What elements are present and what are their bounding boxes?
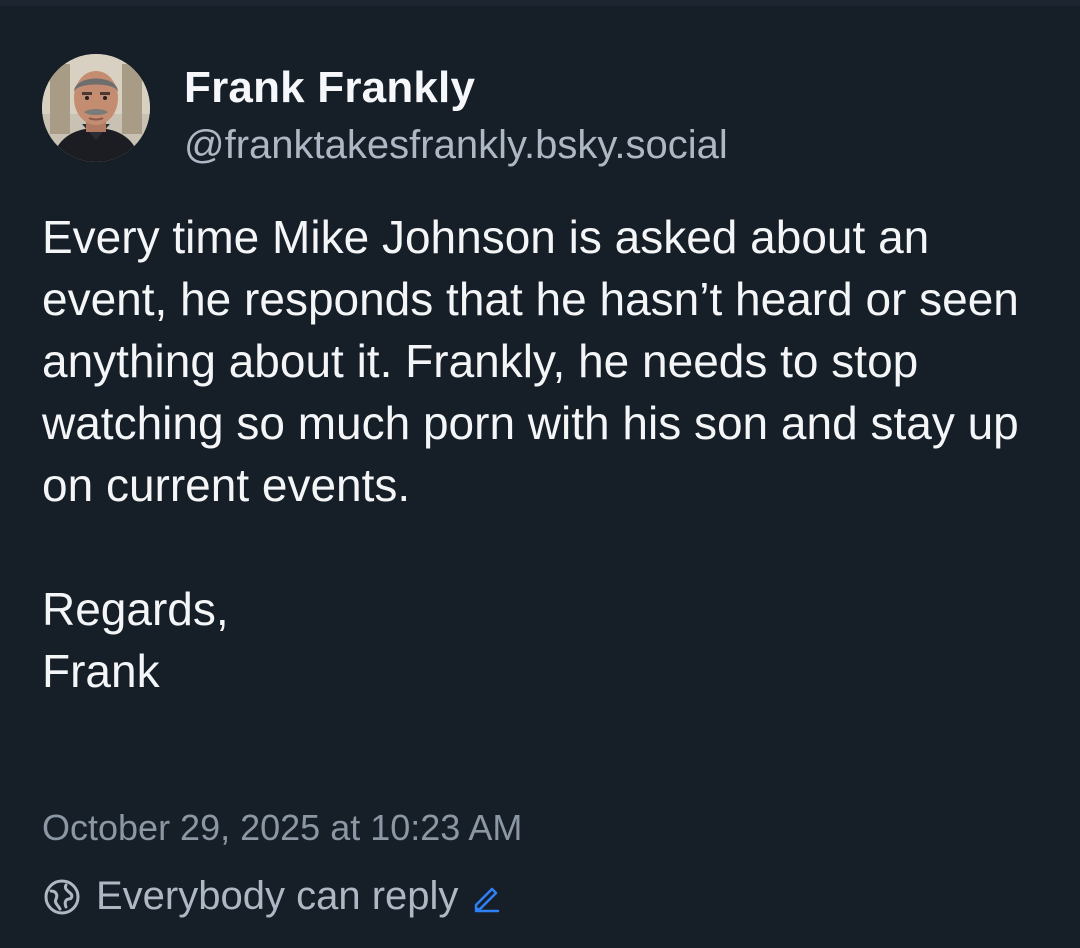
author-names: Frank Frankly @franktakesfrankly.bsky.so… bbox=[184, 54, 728, 170]
reply-settings-label: Everybody can reply bbox=[96, 874, 459, 918]
post-signoff: Regards, bbox=[42, 583, 229, 635]
globe-icon bbox=[44, 879, 80, 914]
post-signature: Frank bbox=[42, 645, 160, 697]
author-avatar[interactable] bbox=[42, 54, 150, 162]
post-paragraph: Every time Mike Johnson is asked about a… bbox=[42, 211, 1019, 511]
post-timestamp: October 29, 2025 at 10:23 AM bbox=[42, 807, 523, 848]
pencil-icon[interactable] bbox=[470, 881, 502, 913]
post-body: Every time Mike Johnson is asked about a… bbox=[42, 206, 1042, 702]
post-card: Frank Frankly @franktakesfrankly.bsky.so… bbox=[0, 0, 1080, 948]
author-handle[interactable]: @franktakesfrankly.bsky.social bbox=[184, 120, 728, 170]
post-header: Frank Frankly @franktakesfrankly.bsky.so… bbox=[42, 54, 728, 170]
avatar-photo-icon bbox=[42, 54, 150, 162]
author-display-name[interactable]: Frank Frankly bbox=[184, 62, 728, 114]
reply-settings[interactable]: Everybody can reply bbox=[42, 874, 502, 919]
